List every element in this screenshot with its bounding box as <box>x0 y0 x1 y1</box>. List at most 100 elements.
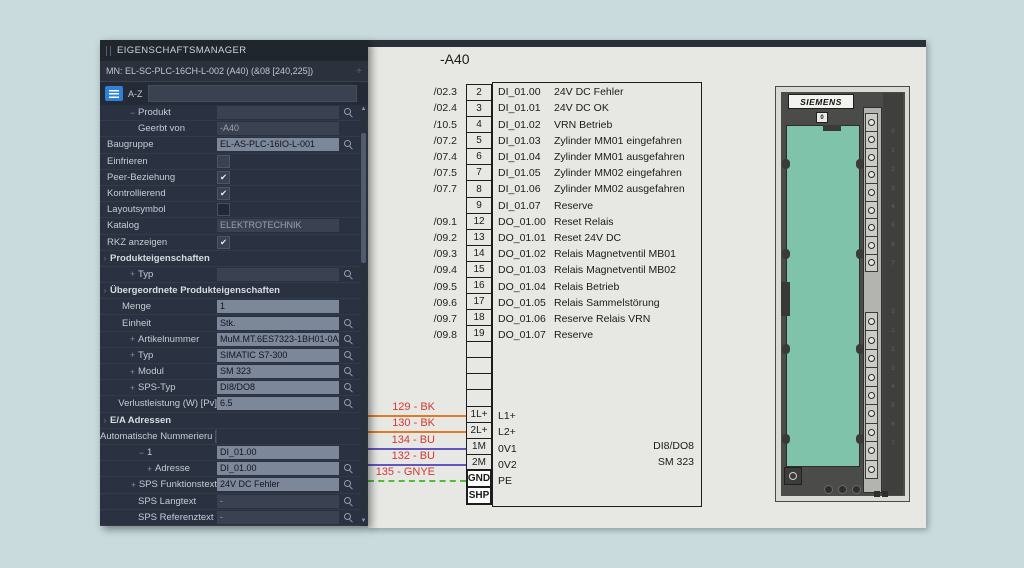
property-value-field[interactable] <box>217 106 339 119</box>
property-row: +TypSIMATIC S7-300 <box>100 348 368 364</box>
channel-digit: 4 <box>883 378 903 397</box>
property-value-zone: DI_01.00 <box>217 462 368 475</box>
terminal-cell: 15 <box>466 261 492 278</box>
property-row: Layoutsymbol <box>100 202 368 218</box>
collapse-icon[interactable]: − <box>136 448 147 458</box>
property-value-zone: SM 323 <box>217 365 368 378</box>
terminal-screw <box>865 349 878 368</box>
expand-icon[interactable]: + <box>127 269 138 279</box>
search-icon[interactable] <box>343 350 354 361</box>
cross-reference: /07.5 <box>368 165 462 181</box>
property-row: +Typ <box>100 267 368 283</box>
property-checkbox[interactable]: ✔ <box>215 430 217 443</box>
property-row: Menge1 <box>100 299 368 315</box>
property-value-field[interactable] <box>217 268 339 281</box>
expand-icon[interactable]: + <box>128 480 139 490</box>
terminal-screw <box>865 183 878 202</box>
module-bottom-dot <box>852 485 861 494</box>
property-label: Artikelnummer <box>138 334 199 345</box>
property-value-field[interactable]: DI_01.00 <box>217 462 339 475</box>
cross-reference: /09.4 <box>368 262 462 278</box>
property-checkbox[interactable] <box>217 203 230 216</box>
expand-icon[interactable]: + <box>127 383 138 393</box>
module-bottom-dot <box>824 485 833 494</box>
property-checkbox[interactable] <box>217 155 230 168</box>
search-icon[interactable] <box>343 318 354 329</box>
search-icon[interactable] <box>343 269 354 280</box>
search-icon[interactable] <box>343 107 354 118</box>
panel-scrollbar[interactable]: ▲ ▼ <box>360 105 367 526</box>
property-checkbox[interactable]: ✔ <box>217 187 230 200</box>
terminal-cell: 14 <box>466 245 492 262</box>
property-row: Automatische Nummerieru✔ <box>100 429 368 445</box>
property-value-field[interactable]: SIMATIC S7-300 <box>217 349 339 362</box>
section-label: E/A Adressen <box>110 415 171 426</box>
property-label: Einfrieren <box>107 156 148 167</box>
property-label: Typ <box>138 269 153 280</box>
property-value-field[interactable]: DI8/DO8 <box>217 381 339 394</box>
channel-function-text: 24V DC Fehler <box>554 86 623 98</box>
sort-az-button[interactable]: A-Z <box>128 89 143 99</box>
property-value-zone: DI_01.00 <box>217 446 368 459</box>
section-caret-icon[interactable]: › <box>100 416 110 425</box>
search-icon[interactable] <box>343 479 354 490</box>
property-value-field[interactable]: - <box>217 495 339 508</box>
section-caret-icon[interactable]: › <box>100 286 110 295</box>
property-checkbox[interactable]: ✔ <box>217 171 230 184</box>
channel-row: DI_01.0024V DC Fehler <box>498 84 698 100</box>
search-icon[interactable] <box>343 366 354 377</box>
terminal-screw <box>865 386 878 405</box>
property-value-field[interactable]: EL-AS-PLC-16IO-L-001 <box>217 138 339 151</box>
module-side-tab <box>781 282 790 316</box>
list-view-button[interactable] <box>105 86 123 101</box>
property-checkbox[interactable]: ✔ <box>217 236 230 249</box>
property-value-field[interactable]: 24V DC Fehler <box>217 478 339 491</box>
property-value-field[interactable]: 6.5 <box>217 397 339 410</box>
property-value-zone: - <box>217 511 368 524</box>
search-icon[interactable] <box>343 139 354 150</box>
property-value-field[interactable]: 1 <box>217 300 339 313</box>
property-label-zone: +SPS-Typ <box>100 382 217 393</box>
scroll-up-icon[interactable]: ▲ <box>361 105 367 114</box>
scroll-thumb[interactable] <box>361 133 366 263</box>
expand-icon[interactable]: + <box>127 350 138 360</box>
expand-icon[interactable]: + <box>127 334 138 344</box>
panel-expand-icon[interactable]: + <box>356 66 362 77</box>
search-icon[interactable] <box>343 382 354 393</box>
property-value-field[interactable]: ELEKTROTECHNIK <box>217 219 339 232</box>
property-label: Katalog <box>107 220 139 231</box>
property-value-field[interactable]: Stk. <box>217 317 339 330</box>
expand-icon[interactable]: + <box>127 367 138 377</box>
collapse-icon[interactable]: − <box>127 108 138 118</box>
expand-icon[interactable]: + <box>144 464 155 474</box>
property-row: ›E/A Adressen <box>100 413 368 429</box>
cross-reference: /09.5 <box>368 278 462 294</box>
search-icon[interactable] <box>343 496 354 507</box>
cross-reference: /10.5 <box>368 116 462 132</box>
search-icon[interactable] <box>343 398 354 409</box>
property-value-field[interactable]: - <box>217 511 339 524</box>
drawing-top-border <box>368 40 926 47</box>
property-value-field[interactable]: -A40 <box>217 122 339 135</box>
property-label: 1 <box>147 447 152 458</box>
search-icon[interactable] <box>343 512 354 523</box>
channel-row: DI_01.03Zylinder MM01 eingefahren <box>498 133 698 149</box>
channel-address: DO_01.05 <box>498 297 554 309</box>
section-caret-icon[interactable]: › <box>100 254 110 263</box>
property-value-zone: 1 <box>217 300 368 313</box>
search-icon[interactable] <box>343 463 354 474</box>
channel-function-text: Relais Magnetventil MB02 <box>554 264 676 276</box>
property-value-field[interactable]: MuM.MT.6ES7323-1BH01-0AA0 <box>217 333 339 346</box>
panel-title-bar[interactable]: EIGENSCHAFTSMANAGER <box>100 40 368 61</box>
property-value-field[interactable]: DI_01.00 <box>217 446 339 459</box>
channel-digit: 2 <box>883 161 903 180</box>
panel-grip-icon[interactable] <box>106 46 111 56</box>
channel-digit: 6 <box>883 416 903 435</box>
property-label: Einheit <box>122 318 151 329</box>
scroll-down-icon[interactable]: ▼ <box>361 517 367 526</box>
filter-input[interactable] <box>148 85 358 102</box>
search-icon[interactable] <box>343 334 354 345</box>
property-value-field[interactable]: SM 323 <box>217 365 339 378</box>
channel-digit: 3 <box>883 359 903 378</box>
property-row: ›Produkteigenschaften <box>100 251 368 267</box>
